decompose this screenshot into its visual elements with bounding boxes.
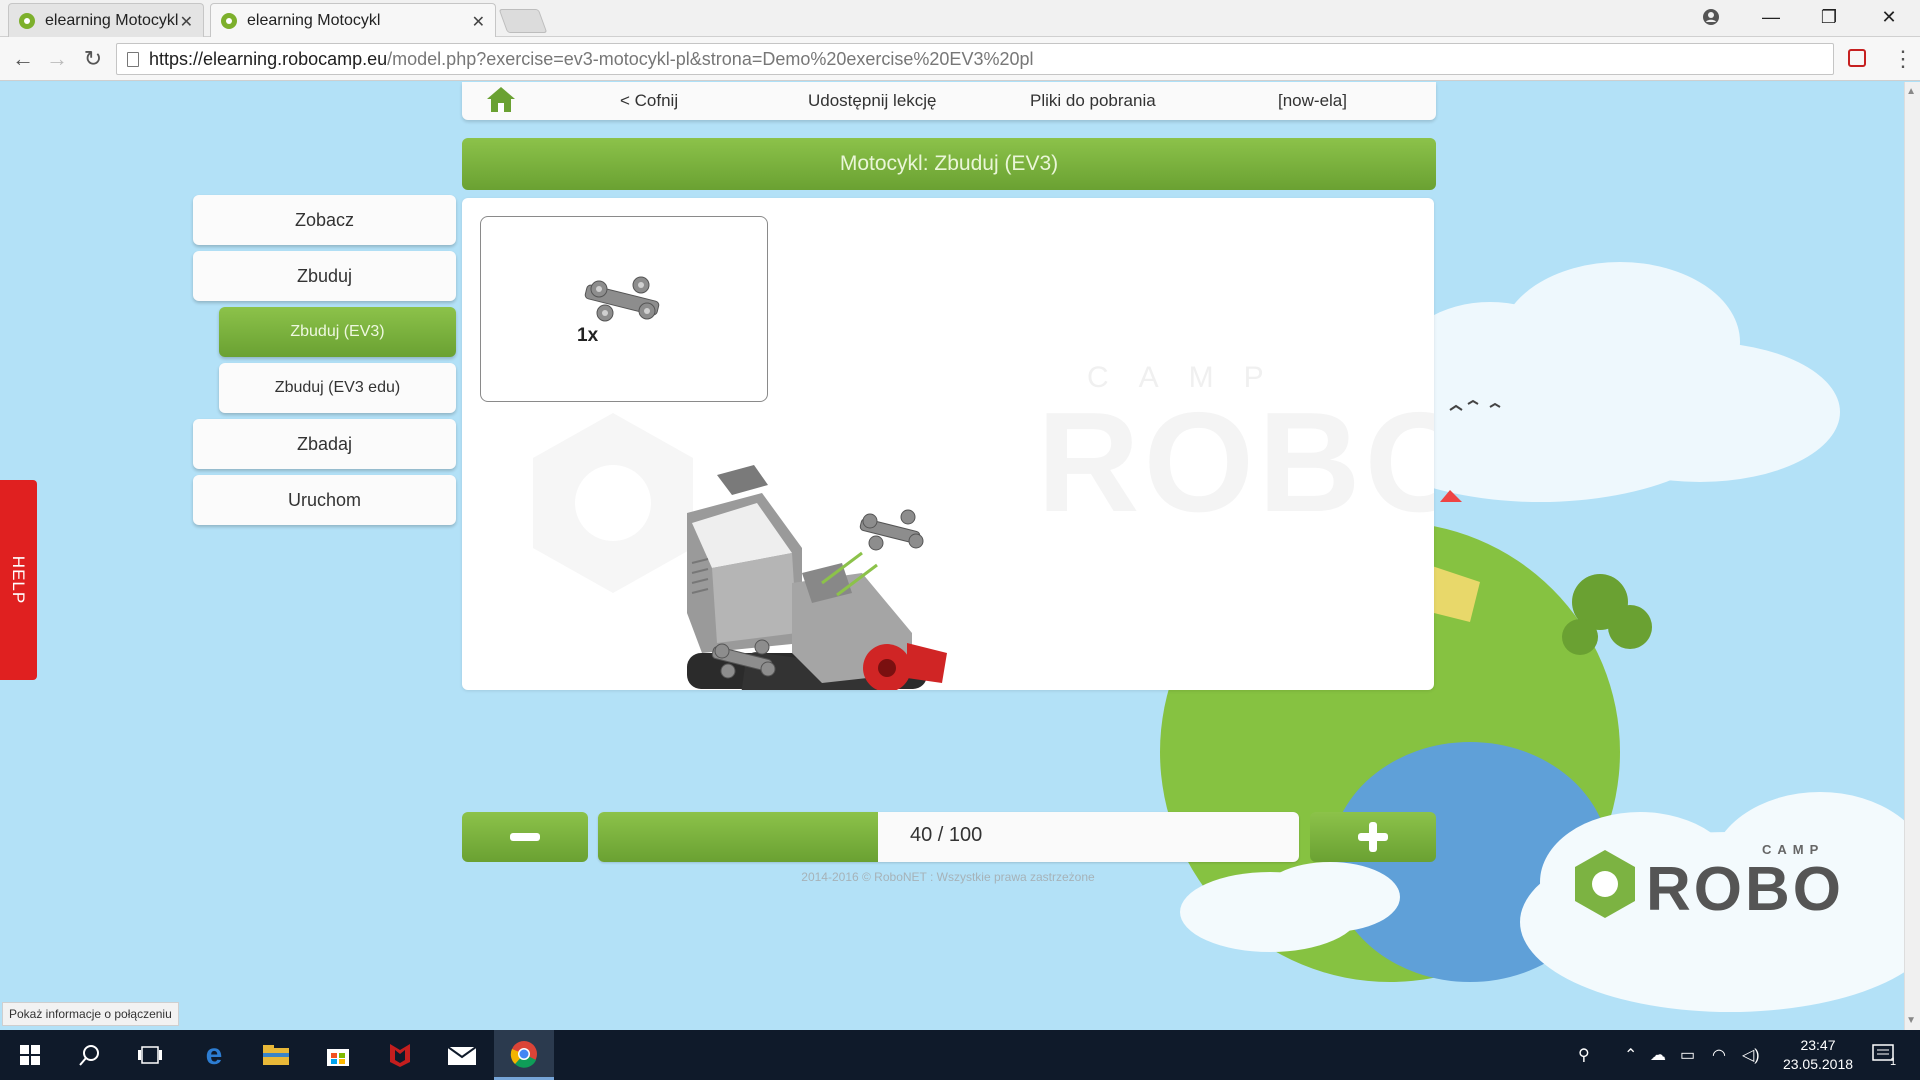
sidebar-item-zobacz[interactable]: Zobacz: [193, 195, 456, 245]
back-link[interactable]: < Cofnij: [620, 91, 678, 111]
step-progress-bar[interactable]: 40 / 100: [598, 812, 1299, 862]
share-lesson-link[interactable]: Udostępnij lekcję: [808, 91, 937, 111]
browser-tab-strip: elearning Motocykl ✕ elearning Motocykl …: [0, 0, 1920, 38]
page-content: < Cofnij Udostępnij lekcję Pliki do pobr…: [0, 82, 1920, 1030]
page-scrollbar[interactable]: ▲ ▼: [1904, 82, 1920, 1030]
file-explorer-icon[interactable]: [246, 1030, 306, 1080]
tab-title: elearning Motocykl: [45, 11, 179, 29]
task-view-icon[interactable]: [120, 1030, 180, 1080]
status-bubble: Pokaż informacje o połączeniu: [2, 1002, 179, 1026]
part-quantity: 1x: [577, 325, 599, 346]
help-tab[interactable]: HELP: [0, 480, 37, 680]
page-info-icon[interactable]: [127, 52, 139, 67]
search-icon[interactable]: [60, 1030, 120, 1080]
scroll-up-arrow-icon[interactable]: ▲: [1906, 86, 1916, 97]
sidebar-item-uruchom[interactable]: Uruchom: [193, 475, 456, 525]
address-bar[interactable]: https://elearning.robocamp.eu/model.php?…: [116, 43, 1834, 75]
forward-arrow-icon[interactable]: →: [42, 45, 72, 73]
sidebar-item-zbuduj[interactable]: Zbuduj: [193, 251, 456, 301]
battery-icon[interactable]: ▭: [1680, 1030, 1695, 1080]
plus-icon: [1358, 822, 1388, 852]
show-hidden-icons-chevron-icon[interactable]: ⌃: [1624, 1030, 1637, 1080]
logo-robo-text: ROBO: [1646, 855, 1844, 924]
minimize-icon[interactable]: —: [1748, 0, 1794, 34]
instruction-stage: CAMP ROBO 1x: [462, 198, 1434, 690]
sidebar-item-zbadaj[interactable]: Zbadaj: [193, 419, 456, 469]
onedrive-cloud-icon[interactable]: ☁: [1650, 1030, 1666, 1080]
browser-toolbar: ← → ↻ https://elearning.robocamp.eu/mode…: [0, 37, 1920, 81]
reload-icon[interactable]: ↻: [78, 45, 108, 73]
url-host: https://elearning.robocamp.eu: [149, 48, 388, 69]
next-step-button[interactable]: [1310, 812, 1436, 862]
lego-part-image: [584, 276, 660, 322]
downloads-link[interactable]: Pliki do pobrania: [1030, 91, 1156, 111]
step-counter: 40 / 100: [910, 824, 983, 846]
lego-model-image: [687, 465, 947, 690]
close-tab-icon[interactable]: ✕: [472, 12, 485, 32]
windows-start-icon[interactable]: [0, 1030, 60, 1080]
new-tab-button[interactable]: [498, 9, 548, 33]
people-icon[interactable]: ⚲: [1578, 1030, 1590, 1080]
edge-browser-icon[interactable]: e: [184, 1030, 244, 1080]
action-center-icon[interactable]: 1: [1872, 1030, 1896, 1080]
extension-shield-icon[interactable]: [1848, 49, 1866, 67]
back-arrow-icon[interactable]: ←: [8, 45, 38, 73]
store-icon[interactable]: [308, 1030, 368, 1080]
page-title: Motocykl: Zbuduj (EV3): [462, 138, 1436, 190]
close-tab-icon[interactable]: ✕: [180, 12, 193, 32]
parts-list-box: 1x: [480, 216, 768, 402]
url-path: /model.php?exercise=ev3-motocykl-pl&stro…: [387, 48, 1034, 69]
chrome-icon[interactable]: [494, 1030, 554, 1080]
mcafee-icon[interactable]: [370, 1030, 430, 1080]
close-window-icon[interactable]: ✕: [1866, 0, 1912, 34]
top-navigation: < Cofnij Udostępnij lekcję Pliki do pobr…: [462, 82, 1436, 120]
clock-time: 23:47: [1800, 1037, 1836, 1053]
scroll-down-arrow-icon[interactable]: ▼: [1906, 1015, 1916, 1026]
sidebar-item-zbuduj-ev3[interactable]: Zbuduj (EV3): [219, 307, 456, 357]
wifi-icon[interactable]: ◠: [1712, 1030, 1726, 1080]
help-label: HELP: [9, 555, 29, 605]
browser-tab-1[interactable]: elearning Motocykl ✕: [8, 3, 204, 37]
restore-icon[interactable]: ❐: [1806, 0, 1852, 34]
tab-title: elearning Motocykl: [247, 12, 381, 29]
taskbar-clock[interactable]: 23:47 23.05.2018: [1770, 1036, 1866, 1074]
volume-icon[interactable]: ◁): [1742, 1030, 1760, 1080]
clock-date: 23.05.2018: [1782, 1056, 1854, 1072]
windows-taskbar: e ⚲ ⌃ ☁ ▭ ◠ ◁) 23:47 23.05.2018 1: [0, 1030, 1920, 1080]
browser-tab-2[interactable]: elearning Motocykl ✕: [210, 3, 496, 38]
watermark-robo-text: ROBO: [1037, 383, 1434, 542]
site-favicon-icon: [221, 13, 237, 29]
previous-step-button[interactable]: [462, 812, 588, 862]
profile-icon[interactable]: [1688, 0, 1734, 34]
progress-fill: [598, 812, 879, 862]
notification-count: 1: [1890, 1056, 1897, 1068]
user-link[interactable]: [now-ela]: [1278, 91, 1347, 111]
home-icon[interactable]: [484, 84, 518, 114]
robocamp-hexagon-logo: [1575, 850, 1635, 918]
sidebar-item-zbuduj-ev3-edu[interactable]: Zbuduj (EV3 edu): [219, 363, 456, 413]
minus-icon: [510, 833, 540, 841]
mail-icon[interactable]: [432, 1030, 492, 1080]
browser-menu-icon[interactable]: ⋮: [1892, 46, 1914, 72]
site-favicon-icon: [19, 12, 35, 29]
